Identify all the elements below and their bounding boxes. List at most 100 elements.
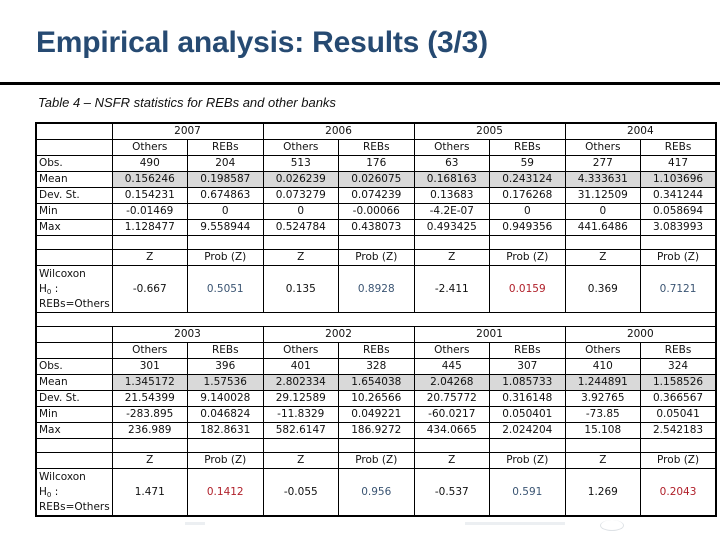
prob-value: 0.5051	[187, 265, 264, 313]
value-rebs-dev: 0.341244	[640, 187, 717, 204]
wilcoxon-label: Wilcoxon H0 : REBs=Others	[35, 468, 113, 517]
value-rebs-dev: 0.316148	[489, 390, 566, 407]
year-header-row: 2007 2006 2005 2004	[35, 122, 717, 140]
group-header-rebs: REBs	[640, 139, 717, 156]
empty-cell	[187, 235, 264, 250]
value-others-obs: 445	[413, 358, 491, 375]
prob-header: Prob (Z)	[640, 452, 717, 469]
z-value: -0.537	[413, 468, 491, 517]
wilcoxon-label-null: REBs=Others	[39, 500, 110, 513]
group-header-others: Others	[413, 139, 491, 156]
prob-value: 0.1412	[187, 468, 264, 517]
group-header-others: Others	[564, 139, 642, 156]
value-rebs-min: 0.049221	[338, 406, 415, 423]
empty-cell	[489, 235, 566, 250]
z-header: Z	[564, 249, 642, 266]
value-others-dev: 0.13683	[413, 187, 491, 204]
value-others-mean: 0.156246	[111, 171, 188, 188]
row-label-empty	[35, 452, 113, 469]
value-others-dev: 0.154231	[111, 187, 188, 204]
z-header: Z	[413, 452, 491, 469]
z-header: Z	[262, 249, 340, 266]
row-label-mean: Mean	[35, 374, 113, 391]
wilcoxon-label: Wilcoxon H0 : REBs=Others	[35, 265, 113, 313]
value-others-dev: 21.54399	[111, 390, 188, 407]
stat-row-dev: Dev. St. 0.154231 0.674863 0.073279 0.074239…	[35, 187, 717, 204]
nsfr-statistics-table: 2007 2006 2005 2004 Others REBs Others REBs Othe…	[35, 122, 718, 517]
empty-cell	[338, 438, 415, 453]
stat-row-min: Min -0.01469 0 0 -0.00066 -4.2E-07 0 0 0.058694	[35, 203, 717, 220]
year-header: 2004	[564, 122, 717, 140]
group-header-others: Others	[111, 139, 188, 156]
stat-row-mean: Mean 1.345172 1.57536 2.802334 1.654038 2.042…	[35, 374, 717, 391]
group-header-row: Others REBs Others REBs Others REBs Others REBs	[35, 139, 717, 156]
stat-row-min: Min -283.895 0.046824 -11.8329 0.049221 -60.0…	[35, 406, 717, 423]
z-value: 0.369	[564, 265, 642, 313]
value-rebs-max: 9.558944	[187, 219, 264, 236]
value-rebs-max: 3.083993	[640, 219, 717, 236]
year-header: 2007	[111, 122, 264, 140]
value-others-mean: 1.244891	[564, 374, 642, 391]
hypothesis-symbol: H	[39, 282, 47, 295]
empty-cell	[262, 235, 340, 250]
value-others-min: -73.85	[564, 406, 642, 423]
watermark-decoration	[185, 522, 205, 525]
z-header: Z	[262, 452, 340, 469]
z-value: 0.135	[262, 265, 340, 313]
value-rebs-mean: 1.103696	[640, 171, 717, 188]
z-header: Z	[564, 452, 642, 469]
empty-cell	[262, 438, 340, 453]
group-header-others: Others	[111, 342, 188, 359]
empty-cell	[564, 235, 642, 250]
value-rebs-mean: 0.198587	[187, 171, 264, 188]
prob-value: 0.591	[489, 468, 566, 517]
value-rebs-obs: 396	[187, 358, 264, 375]
spacer-row	[35, 438, 717, 453]
value-others-obs: 513	[262, 155, 340, 172]
value-rebs-obs: 307	[489, 358, 566, 375]
value-others-min: -4.2E-07	[413, 203, 491, 220]
value-rebs-max: 186.9272	[338, 422, 415, 439]
empty-cell	[35, 438, 113, 453]
value-others-max: 1.128477	[111, 219, 188, 236]
value-others-max: 434.0665	[413, 422, 491, 439]
value-others-max: 0.493425	[413, 219, 491, 236]
value-others-mean: 0.026239	[262, 171, 340, 188]
prob-header: Prob (Z)	[338, 249, 415, 266]
empty-cell	[35, 235, 113, 250]
test-header-row: Z Prob (Z) Z Prob (Z) Z Prob (Z) Z Prob (Z)	[35, 452, 717, 469]
empty-cell	[338, 235, 415, 250]
value-others-max: 0.524784	[262, 219, 340, 236]
value-rebs-min: 0.058694	[640, 203, 717, 220]
stat-row-mean: Mean 0.156246 0.198587 0.026239 0.026075 0.16…	[35, 171, 717, 188]
wilcoxon-label-hypothesis: H0 :	[39, 282, 110, 297]
stat-row-obs: Obs. 490 204 513 176 63 59 277 417	[35, 155, 717, 172]
empty-cell	[111, 235, 188, 250]
group-header-rebs: REBs	[640, 342, 717, 359]
stat-row-max: Max 236.989 182.8631 582.6147 186.9272 434.06…	[35, 422, 717, 439]
value-rebs-dev: 10.26566	[338, 390, 415, 407]
value-others-min: -283.895	[111, 406, 188, 423]
group-header-others: Others	[564, 342, 642, 359]
value-rebs-min: -0.00066	[338, 203, 415, 220]
value-rebs-obs: 176	[338, 155, 415, 172]
row-label-min: Min	[35, 406, 113, 423]
value-others-obs: 401	[262, 358, 340, 375]
value-others-dev: 0.073279	[262, 187, 340, 204]
hypothesis-colon: :	[51, 485, 59, 498]
group-header-rebs: REBs	[338, 139, 415, 156]
value-rebs-max: 2.024204	[489, 422, 566, 439]
empty-cell	[111, 438, 188, 453]
z-value: 1.269	[564, 468, 642, 517]
table-caption: Table 4 – NSFR statistics for REBs and o…	[38, 95, 336, 110]
value-rebs-min: 0.050401	[489, 406, 566, 423]
value-others-dev: 31.12509	[564, 187, 642, 204]
value-others-obs: 301	[111, 358, 188, 375]
value-others-max: 441.6486	[564, 219, 642, 236]
value-rebs-mean: 1.085733	[489, 374, 566, 391]
group-header-rebs: REBs	[489, 139, 566, 156]
value-rebs-min: 0.046824	[187, 406, 264, 423]
prob-header: Prob (Z)	[489, 452, 566, 469]
spacer-row	[35, 312, 717, 327]
z-value: -2.411	[413, 265, 491, 313]
